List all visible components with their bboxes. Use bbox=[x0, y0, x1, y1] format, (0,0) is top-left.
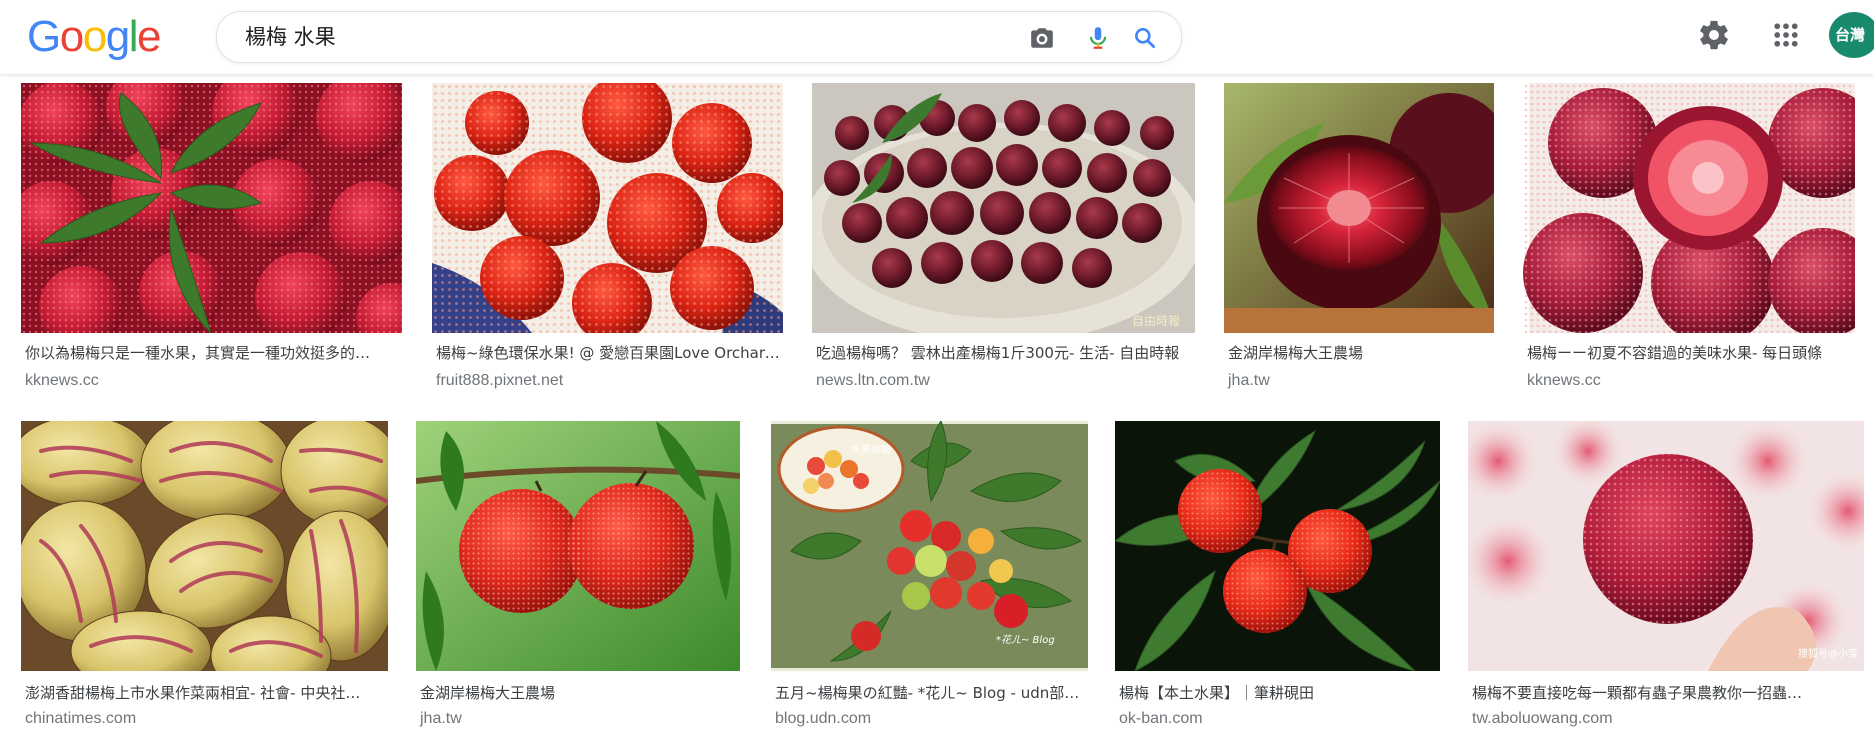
result-source: kknews.cc bbox=[25, 372, 99, 389]
result-image[interactable]: 水果軟糖 *花ㄦ~ Blog bbox=[771, 421, 1088, 671]
svg-text:搜狐号@小宝: 搜狐号@小宝 bbox=[1798, 647, 1858, 660]
apps-grid-icon[interactable] bbox=[1771, 20, 1801, 50]
logo-letter: G bbox=[27, 12, 61, 61]
result-source: tw.aboluowang.com bbox=[1472, 710, 1613, 727]
result-image[interactable] bbox=[21, 83, 402, 333]
result-caption[interactable]: 楊梅~綠色環保水果! @ 愛戀百果園Love Orchard… bbox=[436, 343, 781, 363]
result-caption[interactable]: 楊梅不要直接吃每一顆都有蟲子果農教你一招蟲… bbox=[1472, 683, 1862, 703]
svg-text:*花ㄦ~ Blog: *花ㄦ~ Blog bbox=[996, 634, 1055, 646]
result-image[interactable] bbox=[432, 83, 783, 333]
result-source: jha.tw bbox=[1228, 372, 1270, 389]
logo-letter: l bbox=[128, 12, 139, 61]
result-source: jha.tw bbox=[420, 710, 462, 727]
logo-letter: e bbox=[136, 12, 161, 61]
result-caption[interactable]: 吃過楊梅嗎？ 雲林出產楊梅1斤300元- 生活- 自由時報 bbox=[816, 343, 1193, 363]
google-logo[interactable]: Google bbox=[27, 12, 161, 61]
account-avatar[interactable]: 台灣 bbox=[1829, 12, 1874, 58]
result-source: ok-ban.com bbox=[1119, 710, 1203, 727]
search-input[interactable] bbox=[245, 23, 1005, 49]
result-image[interactable]: 自由時報 bbox=[812, 83, 1195, 333]
result-caption[interactable]: 金湖岸楊梅大王農場 bbox=[420, 683, 738, 703]
result-image[interactable]: 搜狐号@小宝 bbox=[1468, 421, 1864, 671]
result-source: blog.udn.com bbox=[775, 710, 872, 727]
microphone-icon[interactable] bbox=[1085, 25, 1111, 51]
result-image[interactable] bbox=[1523, 83, 1855, 333]
search-box[interactable] bbox=[216, 11, 1182, 63]
logo-letter: g bbox=[105, 12, 130, 61]
svg-text:水果軟糖: 水果軟糖 bbox=[851, 443, 891, 456]
result-image[interactable] bbox=[1224, 83, 1494, 333]
logo-letter: o bbox=[59, 12, 84, 61]
result-caption[interactable]: 金湖岸楊梅大王農場 bbox=[1228, 343, 1492, 363]
result-caption[interactable]: 澎湖香甜楊梅上市水果作菜兩相宜- 社會- 中央社… bbox=[25, 683, 386, 703]
top-bar: Google 台灣 bbox=[0, 0, 1874, 75]
result-source: kknews.cc bbox=[1527, 372, 1601, 389]
result-caption[interactable]: 你以為楊梅只是一種水果，其實是一種功效挺多的… bbox=[25, 343, 400, 363]
result-source: chinatimes.com bbox=[25, 710, 137, 727]
result-image[interactable] bbox=[416, 421, 740, 671]
result-caption[interactable]: 楊梅【本土水果】｜筆耕硯田 bbox=[1119, 683, 1438, 703]
logo-letter: o bbox=[82, 12, 107, 61]
result-image[interactable] bbox=[1115, 421, 1440, 671]
search-icon[interactable] bbox=[1132, 25, 1158, 51]
result-caption[interactable]: 楊梅ーー初夏不容錯過的美味水果- 每日頭條 bbox=[1527, 343, 1857, 363]
result-source: fruit888.pixnet.net bbox=[436, 372, 564, 389]
result-source: news.ltn.com.tw bbox=[816, 372, 930, 389]
result-caption[interactable]: 五月~楊梅果の紅豔- *花ㄦ~ Blog - udn部落格 bbox=[775, 683, 1086, 703]
result-image[interactable] bbox=[21, 421, 388, 671]
camera-icon[interactable] bbox=[1029, 25, 1055, 51]
svg-text:自由時報: 自由時報 bbox=[1132, 314, 1180, 328]
settings-gear-icon[interactable] bbox=[1697, 18, 1731, 52]
